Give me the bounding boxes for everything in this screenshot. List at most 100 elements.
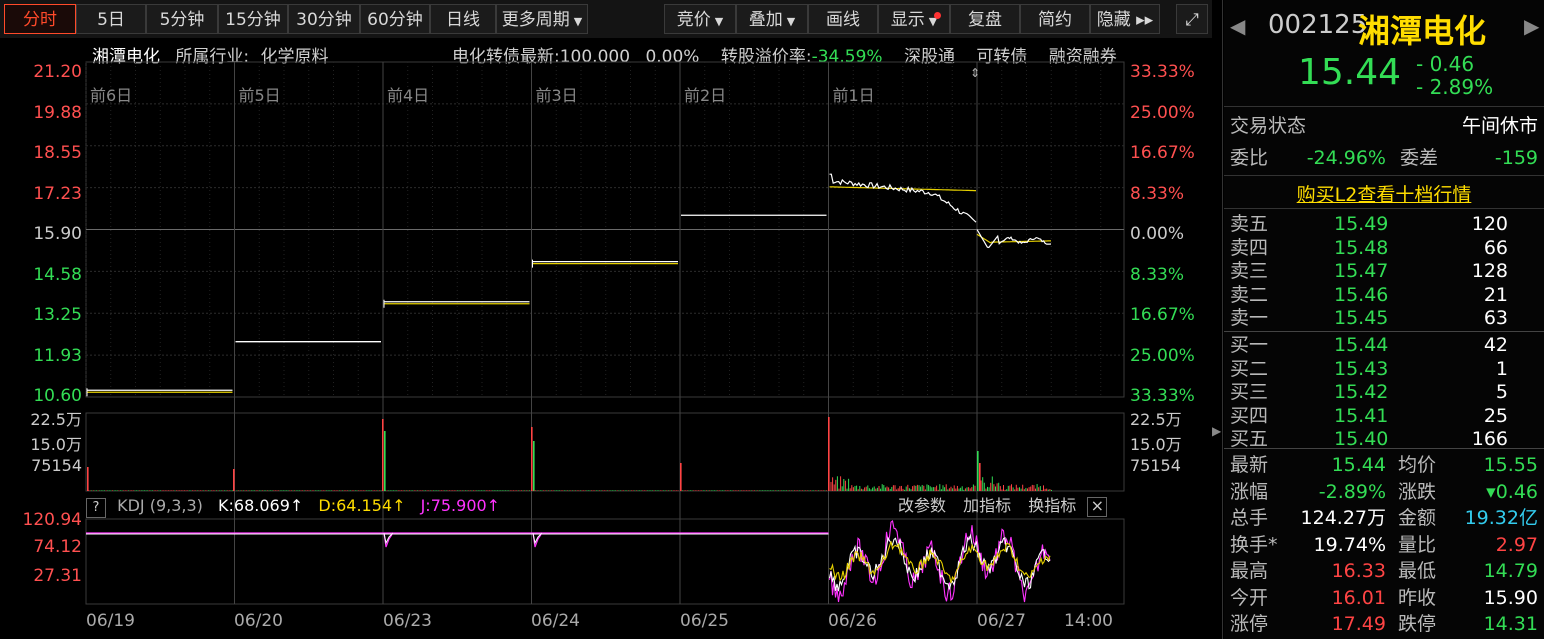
volume-bar (137, 490, 139, 491)
ask-row[interactable]: 卖三 15.47 128 (1230, 260, 1538, 283)
kdj-name[interactable]: KDJ (9,3,3) (117, 496, 203, 515)
volume-bar (896, 489, 898, 491)
volume-bar (492, 490, 494, 491)
stat-value: 19.74% (1313, 533, 1386, 556)
help-button[interactable]: ? (86, 498, 106, 518)
volume-bar (878, 486, 880, 491)
next-stock-arrow-icon[interactable]: ▶ (1524, 14, 1539, 38)
kdj-k-line (828, 533, 1051, 592)
volume-bar (902, 488, 904, 491)
volume-bar (849, 488, 851, 491)
volume-bar (980, 480, 982, 491)
volume-bar (956, 485, 958, 491)
volume-bar (252, 490, 254, 491)
kdj-tick: 27.31 (33, 566, 82, 586)
volume-bar (148, 490, 150, 491)
volume-bar (1030, 486, 1032, 491)
volume-bar (1049, 489, 1051, 491)
volume-bar (969, 488, 971, 491)
stock-code: 002125 (1268, 10, 1368, 40)
volume-bar (672, 490, 674, 491)
volume-bar (881, 484, 883, 491)
volume-bar (674, 490, 676, 491)
volume-bar (977, 451, 979, 491)
volume-bar (770, 490, 771, 491)
volume-bar (656, 490, 658, 491)
volume-bar (945, 484, 947, 491)
volume-bar (321, 490, 323, 491)
volume-bar (603, 490, 605, 491)
date-tick: 06/20 (234, 611, 283, 631)
volume-bar (260, 490, 262, 491)
volume-bar (862, 489, 864, 491)
bid-row[interactable]: 买一 15.44 42 (1230, 334, 1538, 357)
volume-bar (327, 490, 329, 491)
bid-row[interactable]: 买二 15.43 1 (1230, 358, 1538, 381)
volume-bar (832, 477, 834, 491)
volume-bar (185, 490, 187, 491)
volume-bar (463, 490, 465, 491)
stat-label: 最新 (1230, 454, 1269, 476)
volume-bar (271, 490, 273, 491)
volume-bars (87, 417, 1052, 491)
volume-bar (227, 490, 229, 491)
volume-bar (436, 490, 438, 491)
volume-bar (690, 490, 691, 491)
book-divider (1224, 331, 1544, 332)
volume-bar (506, 490, 508, 491)
volume-bar (852, 487, 854, 491)
volume-bar (559, 490, 561, 491)
volume-bar (766, 490, 768, 491)
change-params-button[interactable]: 改参数 (898, 496, 946, 515)
panel-collapse-icon[interactable]: ▶ (1212, 424, 1221, 438)
volume-bar (319, 490, 321, 491)
volume-tick-right: 22.5万 (1130, 410, 1182, 429)
volume-bar (152, 490, 153, 491)
scroll-handle-icon[interactable]: ⇕ (970, 66, 980, 80)
prev-stock-arrow-icon[interactable]: ◀ (1230, 14, 1245, 38)
volume-bar (982, 477, 984, 491)
volume-bar (677, 490, 679, 491)
stat-label: 跌停 (1398, 613, 1437, 635)
volume-bar (974, 485, 976, 491)
volume-bar (578, 490, 580, 491)
volume-bar (108, 490, 110, 491)
volume-bar (627, 490, 629, 491)
volume-bar (867, 485, 869, 491)
volume-bar (666, 490, 668, 491)
l2-link[interactable]: 购买L2查看十档行情 (1224, 180, 1544, 207)
ask-row[interactable]: 卖四 15.48 66 (1230, 237, 1538, 260)
pct-tick-right: 33.33% (1130, 62, 1195, 82)
bid-row[interactable]: 买三 15.42 5 (1230, 381, 1538, 404)
price-tick-left: 15.90 (33, 224, 82, 244)
ask-row[interactable]: 卖五 15.49 120 (1230, 213, 1538, 236)
volume-bar (706, 490, 707, 491)
stat-label: 最高 (1230, 560, 1269, 582)
price-tick-left: 10.60 (33, 386, 82, 406)
stat-row: 今开 16.01 昨收 15.90 (1230, 587, 1538, 610)
volume-bar (457, 490, 458, 491)
add-indicator-button[interactable]: 加指标 (963, 496, 1011, 515)
volume-bar (738, 490, 739, 491)
ask-row[interactable]: 卖二 15.46 21 (1230, 284, 1538, 307)
ask-row[interactable]: 卖一 15.45 63 (1230, 307, 1538, 330)
volume-bar (762, 490, 763, 491)
volume-bar (129, 490, 131, 491)
volume-bar (322, 490, 324, 491)
volume-bar (97, 490, 99, 491)
volume-bar (857, 489, 859, 491)
volume-bar (810, 490, 811, 491)
volume-bar (891, 486, 893, 491)
volume-bar (771, 490, 773, 491)
bid-row[interactable]: 买四 15.41 25 (1230, 405, 1538, 428)
volume-bar (736, 490, 738, 491)
panel-divider (1222, 0, 1223, 639)
volume-bar (489, 490, 490, 491)
volume-bar (870, 489, 872, 491)
close-icon[interactable]: × (1087, 497, 1108, 517)
volume-bar (1001, 489, 1003, 491)
volume-bar (921, 484, 923, 491)
switch-indicator-button[interactable]: 换指标 (1028, 496, 1076, 515)
date-tick: 06/19 (86, 611, 135, 631)
volume-bar (555, 490, 557, 491)
